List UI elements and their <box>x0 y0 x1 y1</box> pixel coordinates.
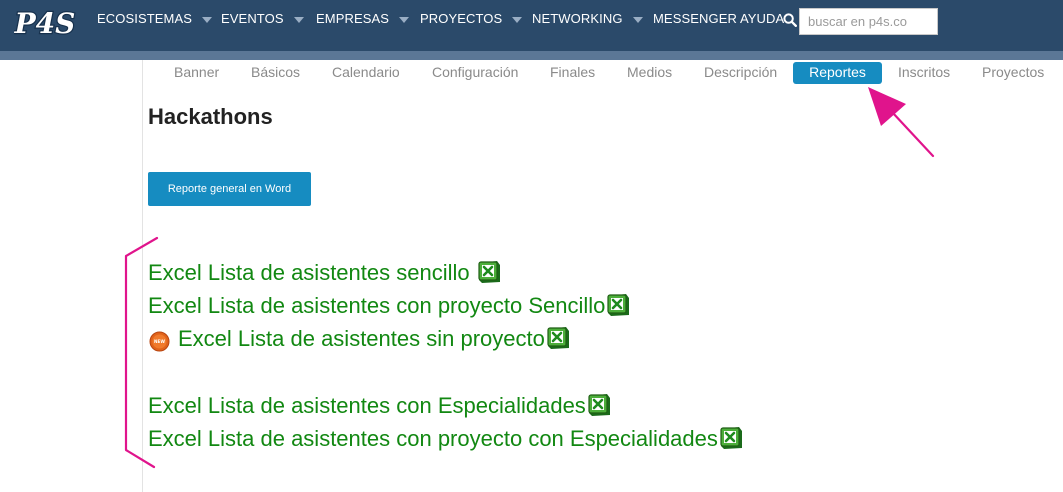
tab-reportes[interactable]: Reportes <box>793 62 882 84</box>
nav-item-label: EMPRESAS <box>316 11 390 26</box>
excel-icon <box>547 327 569 350</box>
excel-icon <box>478 261 500 284</box>
nav-item-empresas[interactable]: EMPRESAS <box>316 0 410 40</box>
nav-item-label: PROYECTOS <box>420 11 503 26</box>
caret-down-icon <box>293 16 304 23</box>
excel-icon <box>720 427 742 450</box>
caret-down-icon <box>399 16 410 23</box>
tab-descripcion[interactable]: Descripción <box>704 62 777 84</box>
nav-item-label: MESSENGER AYUDA <box>653 11 785 26</box>
tab-medios[interactable]: Medios <box>627 62 672 84</box>
nav-item-label: NETWORKING <box>532 11 623 26</box>
tab-inscritos[interactable]: Inscritos <box>898 62 950 84</box>
nav-item-label: EVENTOS <box>221 11 284 26</box>
top-navigation-bar: P4S ECOSISTEMAS EVENTOS EMPRESAS PROYECT… <box>0 0 1063 51</box>
nav-item-messenger-ayuda[interactable]: MESSENGER AYUDA <box>653 0 784 40</box>
excel-icon <box>607 294 630 317</box>
search-icon[interactable] <box>783 13 797 27</box>
excel-icon <box>588 394 610 417</box>
excel-report-link-especialidades[interactable]: Excel Lista de asistentes con Especialid… <box>148 391 612 421</box>
excel-report-label: Excel Lista de asistentes sin proyecto <box>178 326 545 351</box>
excel-report-link-sin-proyecto[interactable]: Excel Lista de asistentes sin proyecto <box>178 324 571 354</box>
nav-item-eventos[interactable]: EVENTOS <box>221 0 304 40</box>
page-title: Hackathons <box>148 104 273 129</box>
nav-item-proyectos[interactable]: PROYECTOS <box>420 0 523 40</box>
new-badge-icon: NEW <box>149 331 170 352</box>
tab-configuracion[interactable]: Configuración <box>432 62 518 84</box>
excel-report-link-proyecto-especialidades[interactable]: Excel Lista de asistentes con proyecto c… <box>148 424 744 454</box>
topbar-bottom-strip <box>0 51 1063 60</box>
caret-down-icon <box>202 16 213 23</box>
tab-calendario[interactable]: Calendario <box>332 62 400 84</box>
tab-banner[interactable]: Banner <box>174 62 219 84</box>
nav-item-networking[interactable]: NETWORKING <box>532 0 643 40</box>
tab-basicos[interactable]: Básicos <box>251 62 300 84</box>
logo-text: P4S <box>14 7 75 40</box>
excel-report-link-sencillo[interactable]: Excel Lista de asistentes sencillo <box>148 258 502 288</box>
p4s-logo[interactable]: P4S <box>14 4 76 42</box>
tab-finales[interactable]: Finales <box>550 62 595 84</box>
tab-proyectos[interactable]: Proyectos <box>982 62 1044 84</box>
excel-report-link-con-proyecto-sencillo[interactable]: Excel Lista de asistentes con proyecto S… <box>148 291 631 321</box>
nav-item-ecosistemas[interactable]: ECOSISTEMAS <box>97 0 213 40</box>
caret-down-icon <box>512 16 523 23</box>
word-report-button[interactable]: Reporte general en Word <box>148 172 311 206</box>
annotation-arrow-icon <box>868 87 935 158</box>
sidebar-divider <box>142 60 143 492</box>
caret-down-icon <box>632 16 643 23</box>
excel-report-label: Excel Lista de asistentes con Especialid… <box>148 393 586 418</box>
new-badge-text: NEW <box>154 339 165 344</box>
search-input[interactable] <box>799 8 938 35</box>
nav-item-label: ECOSISTEMAS <box>97 11 193 26</box>
excel-report-label: Excel Lista de asistentes con proyecto S… <box>148 293 606 318</box>
excel-report-label: Excel Lista de asistentes sencillo <box>148 260 476 285</box>
excel-report-label: Excel Lista de asistentes con proyecto c… <box>148 426 718 451</box>
